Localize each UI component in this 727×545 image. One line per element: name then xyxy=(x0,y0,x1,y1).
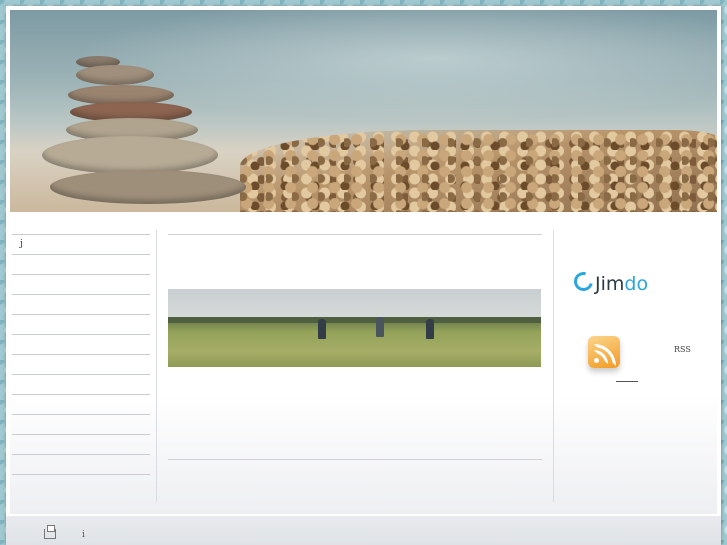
nav-item[interactable] xyxy=(12,295,150,315)
nav-item[interactable] xyxy=(12,415,150,435)
nav-item[interactable] xyxy=(12,335,150,355)
nav-item[interactable]: j xyxy=(12,234,150,255)
page-frame: j Jimdo RSS i xyxy=(6,6,721,545)
main-body: j Jimdo RSS xyxy=(10,214,717,514)
print-icon[interactable] xyxy=(44,525,56,539)
content-divider xyxy=(168,234,542,235)
jimdo-smile-icon xyxy=(570,268,597,295)
small-divider xyxy=(616,381,638,382)
nav-item[interactable] xyxy=(12,355,150,375)
column-divider xyxy=(156,230,157,502)
column-divider xyxy=(553,230,554,502)
nav-item[interactable] xyxy=(12,395,150,415)
pebble-beach xyxy=(240,130,717,212)
main-content xyxy=(168,234,542,460)
nav-item[interactable] xyxy=(12,255,150,275)
header-banner-image xyxy=(10,10,717,212)
rss-link[interactable]: RSS xyxy=(674,345,691,354)
sidebar-navigation: j xyxy=(12,234,150,475)
footer-separator: i xyxy=(82,530,85,540)
rss-feed-icon[interactable] xyxy=(588,336,620,368)
footer-bar: i xyxy=(6,516,721,545)
field-walkers-photo xyxy=(168,289,541,367)
nav-item[interactable] xyxy=(12,435,150,455)
nav-item[interactable] xyxy=(12,375,150,395)
nav-item[interactable] xyxy=(12,315,150,335)
content-divider xyxy=(168,459,542,460)
nav-item[interactable] xyxy=(12,275,150,295)
nav-item[interactable] xyxy=(12,455,150,475)
jimdo-logo[interactable]: Jimdo xyxy=(570,268,648,295)
